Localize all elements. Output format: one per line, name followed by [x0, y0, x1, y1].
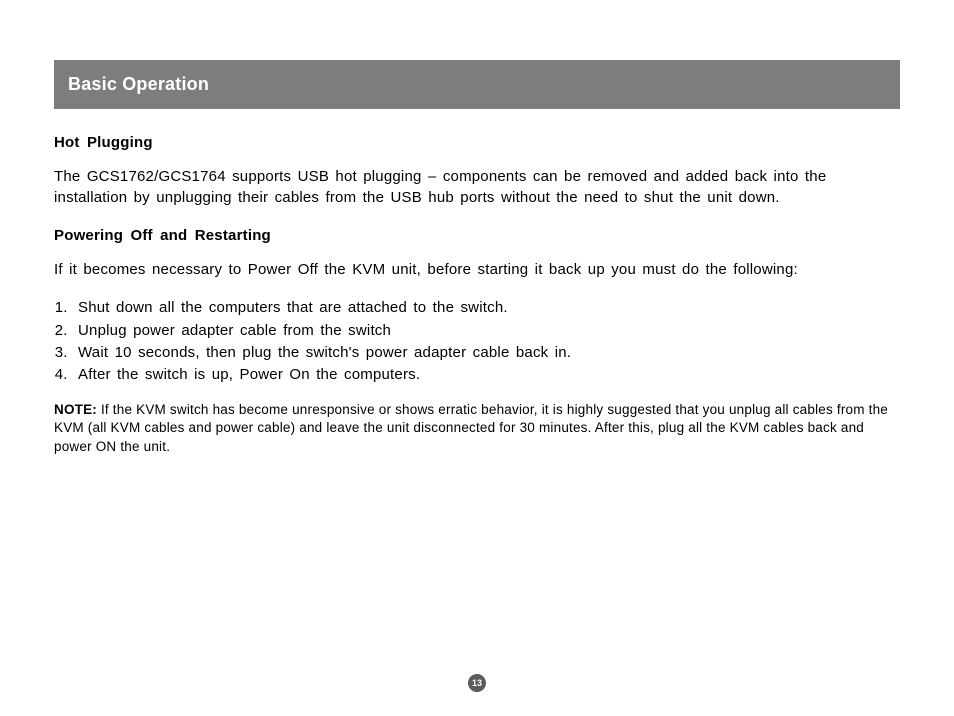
hot-plugging-heading: Hot Plugging: [54, 133, 900, 153]
powering-off-heading: Powering Off and Restarting: [54, 226, 900, 246]
step-item: After the switch is up, Power On the com…: [74, 365, 900, 385]
page-number-badge: 13: [468, 674, 486, 692]
note-text: If the KVM switch has become unresponsiv…: [54, 402, 888, 453]
step-item: Shut down all the computers that are att…: [74, 298, 900, 318]
step-item: Wait 10 seconds, then plug the switch's …: [74, 343, 900, 363]
note-label: NOTE:: [54, 402, 97, 417]
powering-off-steps: Shut down all the computers that are att…: [54, 298, 900, 385]
section-title: Basic Operation: [68, 74, 209, 94]
document-page: Basic Operation Hot Plugging The GCS1762…: [0, 60, 954, 716]
note-paragraph: NOTE: If the KVM switch has become unres…: [54, 401, 900, 456]
section-header: Basic Operation: [54, 60, 900, 109]
powering-off-intro: If it becomes necessary to Power Off the…: [54, 260, 900, 280]
page-number: 13: [472, 678, 482, 688]
hot-plugging-paragraph: The GCS1762/GCS1764 supports USB hot plu…: [54, 167, 900, 208]
step-item: Unplug power adapter cable from the swit…: [74, 321, 900, 341]
content-area: Hot Plugging The GCS1762/GCS1764 support…: [54, 109, 900, 456]
